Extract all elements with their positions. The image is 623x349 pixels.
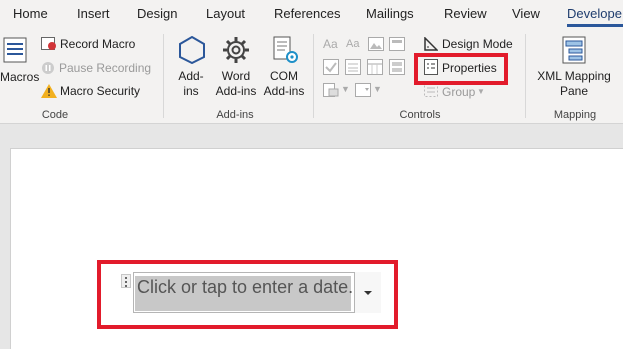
gear-icon bbox=[222, 36, 250, 64]
date-placeholder-text[interactable]: Click or tap to enter a date. bbox=[137, 277, 353, 298]
repeating-section-control-icon[interactable] bbox=[389, 59, 405, 75]
tab-insert[interactable]: Insert bbox=[77, 6, 110, 21]
tab-developer[interactable]: Develope bbox=[567, 6, 622, 21]
pause-recording-icon bbox=[41, 61, 55, 75]
macro-security-button[interactable]: Macro Security bbox=[60, 84, 140, 98]
design-mode-icon bbox=[424, 36, 439, 51]
tab-home[interactable]: Home bbox=[13, 6, 48, 21]
ribbon-tab-bar: Home Insert Design Layout References Mai… bbox=[0, 0, 623, 28]
add-ins-group-label: Add-ins bbox=[216, 109, 254, 121]
drop-down-list-control-icon[interactable] bbox=[355, 83, 371, 97]
chevron-down-icon bbox=[364, 291, 372, 295]
chevron-down-icon: ▼ bbox=[477, 87, 485, 96]
add-ins-button[interactable]: Add- ins bbox=[171, 69, 211, 99]
xml-mapping-label-line2: Pane bbox=[559, 84, 589, 98]
group-divider bbox=[313, 34, 314, 118]
xml-mapping-pane-button[interactable]: XML Mapping Pane bbox=[530, 69, 618, 99]
word-add-ins-button[interactable]: Word Add-ins bbox=[213, 69, 259, 99]
group-icon bbox=[424, 83, 438, 97]
picture-control-icon[interactable] bbox=[368, 37, 384, 51]
building-block-control-icon[interactable] bbox=[389, 37, 405, 51]
pause-recording-button[interactable]: Pause Recording bbox=[59, 61, 151, 75]
add-ins-label-line1: Add- bbox=[178, 69, 204, 83]
macros-icon bbox=[3, 36, 29, 64]
rich-text-control-icon[interactable]: Aa bbox=[323, 37, 338, 51]
add-ins-label-line2: ins bbox=[183, 84, 199, 98]
xml-mapping-label-line1: XML Mapping bbox=[537, 69, 611, 83]
content-control-handle[interactable] bbox=[121, 274, 131, 288]
properties-highlight-box bbox=[414, 53, 508, 85]
tab-review[interactable]: Review bbox=[444, 6, 487, 21]
tab-references[interactable]: References bbox=[274, 6, 340, 21]
legacy-tools-icon[interactable] bbox=[323, 83, 339, 97]
group-divider bbox=[525, 34, 526, 118]
com-add-ins-button[interactable]: COM Add-ins bbox=[261, 69, 307, 99]
macros-button[interactable]: Macros bbox=[0, 70, 39, 84]
combo-box-control-icon[interactable] bbox=[345, 59, 361, 75]
com-add-ins-label-line2: Add-ins bbox=[263, 84, 305, 98]
tab-design[interactable]: Design bbox=[137, 6, 177, 21]
record-macro-icon bbox=[41, 37, 57, 51]
checkbox-control-icon[interactable] bbox=[323, 59, 339, 75]
add-ins-icon bbox=[178, 35, 206, 65]
chevron-down-icon: ▼ bbox=[341, 84, 350, 94]
tab-view[interactable]: View bbox=[512, 6, 540, 21]
word-add-ins-label-line1: Word bbox=[221, 69, 251, 83]
code-group-label: Code bbox=[41, 109, 69, 121]
controls-group-label: Controls bbox=[399, 109, 441, 121]
record-macro-button[interactable]: Record Macro bbox=[60, 37, 135, 51]
warning-icon bbox=[41, 84, 57, 98]
tab-layout[interactable]: Layout bbox=[206, 6, 245, 21]
tab-mailings[interactable]: Mailings bbox=[366, 6, 414, 21]
plain-text-control-icon[interactable]: Aa bbox=[346, 38, 359, 50]
chevron-down-icon: ▼ bbox=[373, 84, 382, 94]
active-tab-indicator bbox=[567, 24, 623, 27]
xml-mapping-pane-icon bbox=[560, 36, 588, 66]
mapping-group-label: Mapping bbox=[553, 109, 597, 121]
design-mode-button[interactable]: Design Mode bbox=[442, 37, 513, 51]
ribbon: Macros Record Macro Pause Recording Macr… bbox=[0, 28, 623, 124]
word-add-ins-label-line2: Add-ins bbox=[215, 84, 257, 98]
date-picker-control-icon[interactable] bbox=[367, 59, 383, 75]
group-button[interactable]: Group bbox=[442, 85, 475, 99]
com-add-ins-label-line1: COM bbox=[270, 69, 298, 83]
group-divider bbox=[163, 34, 164, 118]
com-add-ins-icon bbox=[271, 36, 299, 64]
